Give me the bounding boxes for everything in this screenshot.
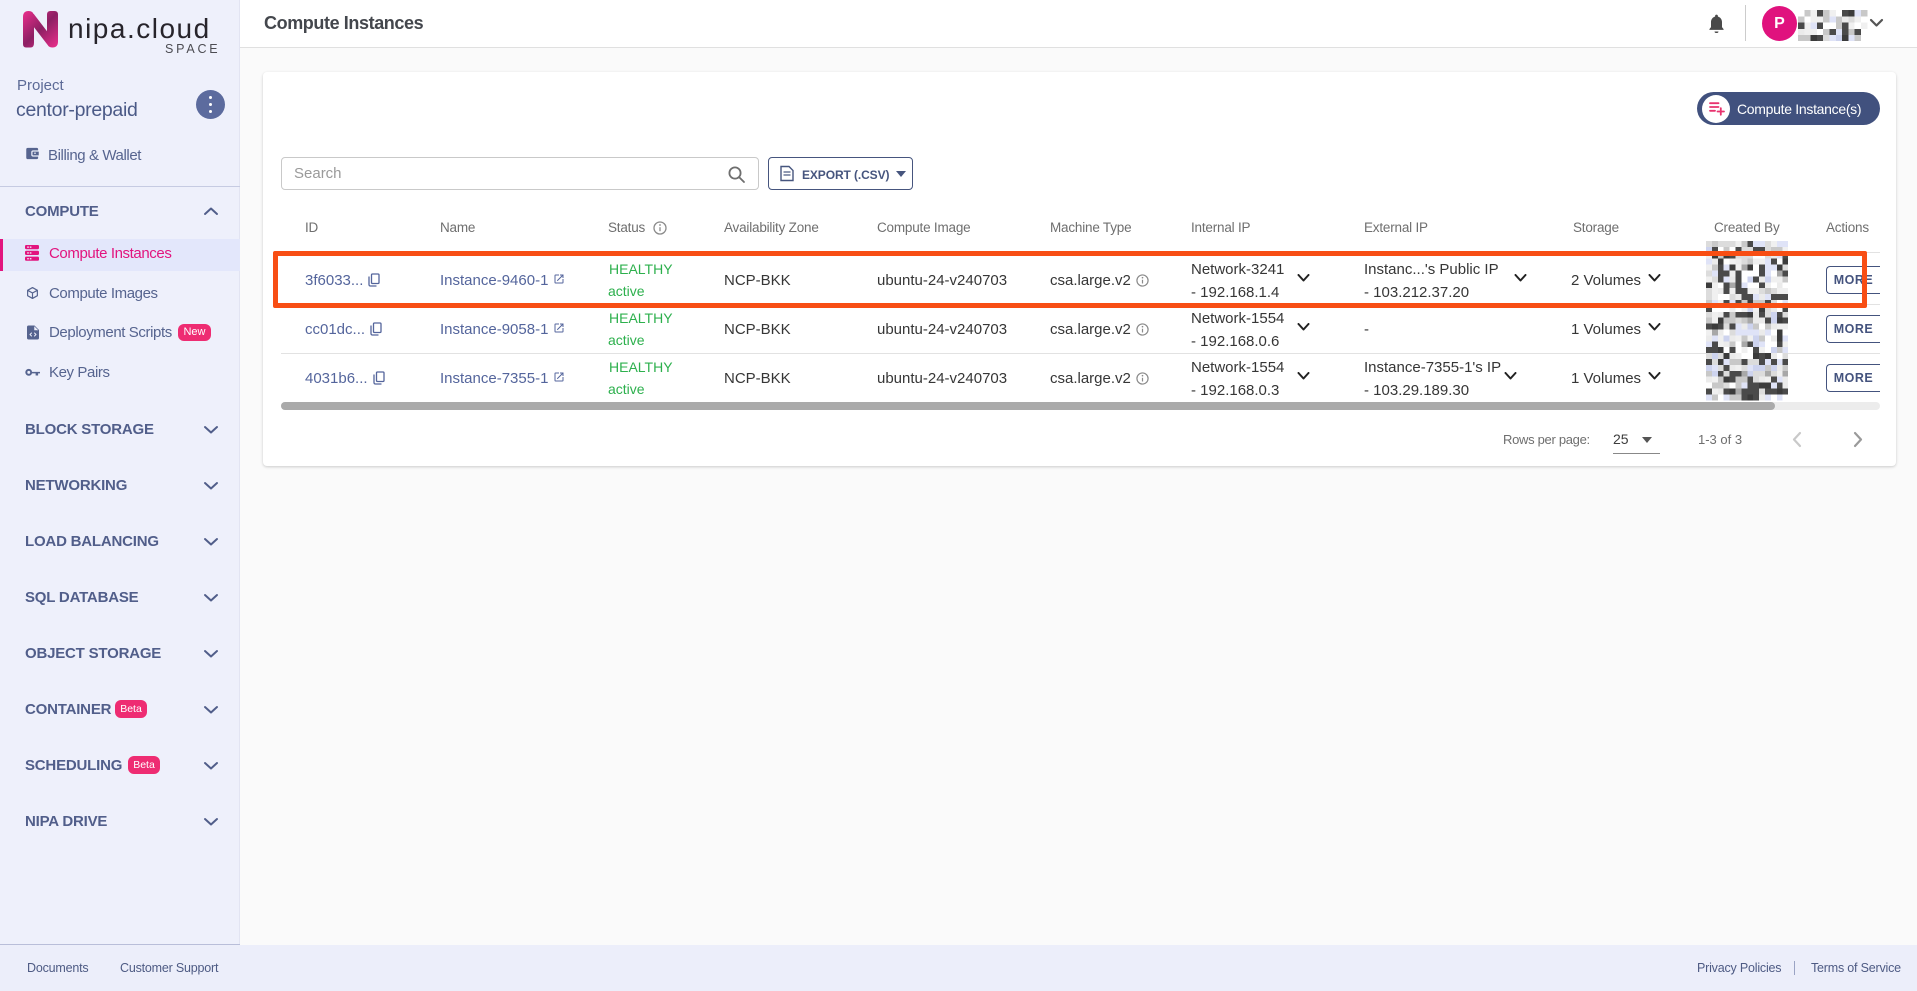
svg-text:nipa.cloud: nipa.cloud	[68, 13, 211, 44]
svg-text:SPACE: SPACE	[165, 42, 220, 55]
